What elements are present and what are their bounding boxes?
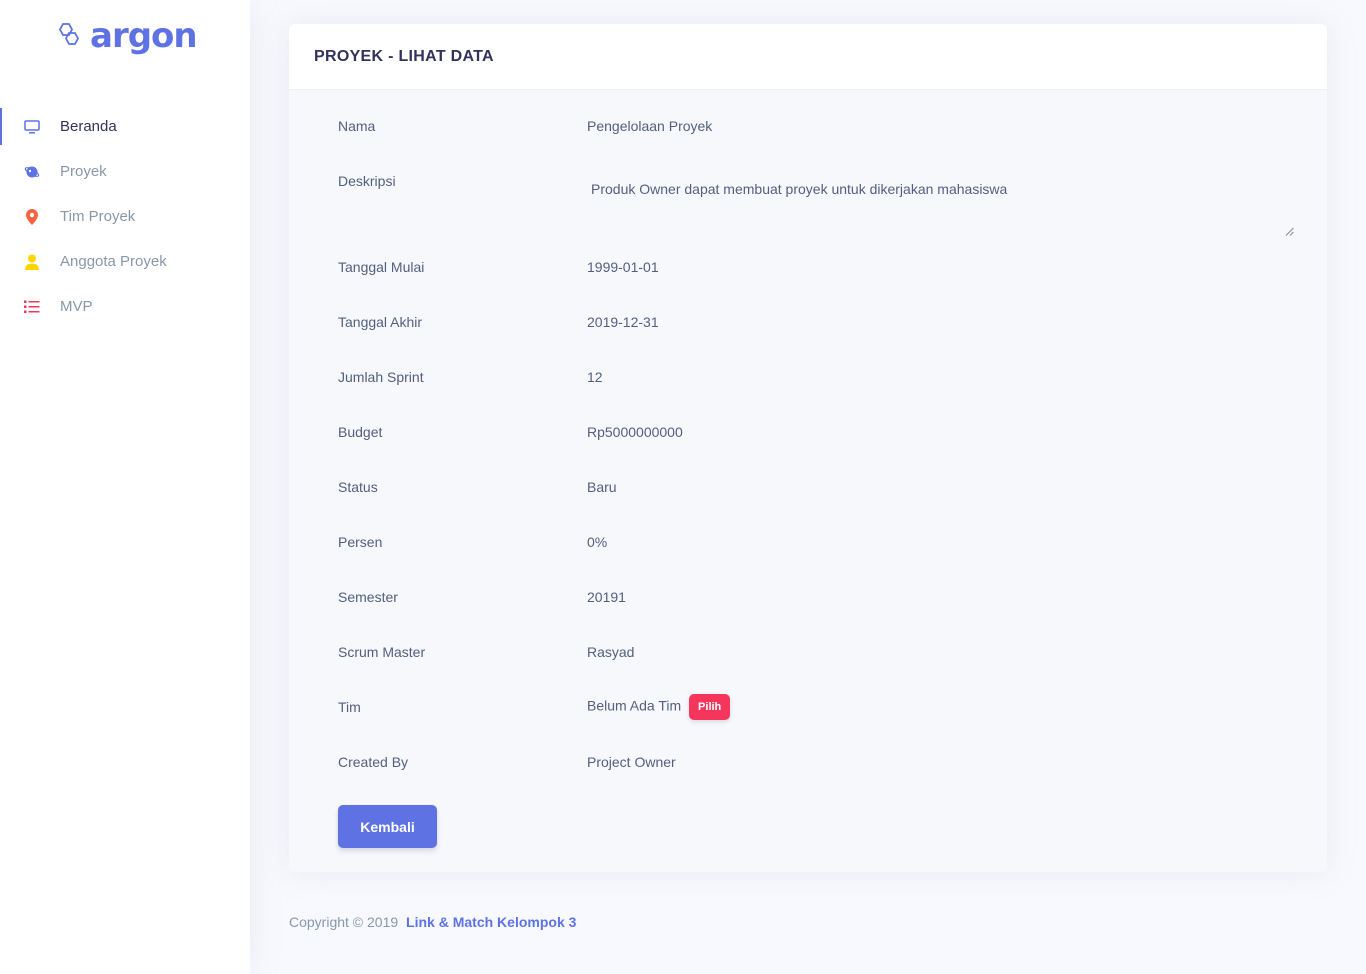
field-label: Persen xyxy=(338,534,383,550)
field-value: Rp5000000000 xyxy=(587,424,683,440)
page-title: PROYEK - LIHAT DATA xyxy=(314,47,494,65)
field-label: Created By xyxy=(338,754,409,770)
field-label: Deskripsi xyxy=(338,173,396,189)
sidebar-item-label: Proyek xyxy=(60,163,107,180)
hexagon-logo-icon xyxy=(56,22,82,51)
field-row-semester: Semester 20191 xyxy=(338,589,1297,605)
field-value: 1999-01-01 xyxy=(587,259,659,275)
field-row-nama: Nama Pengelolaan Proyek xyxy=(338,118,1297,134)
planet-icon xyxy=(24,164,40,180)
user-icon xyxy=(24,254,40,270)
field-row-status: Status Baru xyxy=(338,479,1297,495)
field-value: 0% xyxy=(587,534,608,550)
kembali-button[interactable]: Kembali xyxy=(338,805,437,848)
field-label: Budget xyxy=(338,424,383,440)
field-label: Status xyxy=(338,479,378,495)
sidebar-nav: Beranda Proyek Tim Proyek Anggota Proyek… xyxy=(0,104,250,329)
field-label: Tanggal Akhir xyxy=(338,314,423,330)
description-text: Produk Owner dapat membuat proyek untuk … xyxy=(591,181,1008,197)
field-value: Rasyad xyxy=(587,644,635,660)
field-row-budget: Budget Rp5000000000 xyxy=(338,424,1297,440)
field-label: Tim xyxy=(338,699,361,715)
field-label: Jumlah Sprint xyxy=(338,369,424,385)
field-label: Tanggal Mulai xyxy=(338,259,425,275)
sidebar-item-label: Anggota Proyek xyxy=(60,253,167,270)
field-row-tanggal-mulai: Tanggal Mulai 1999-01-01 xyxy=(338,259,1297,275)
sidebar-item-beranda[interactable]: Beranda xyxy=(0,104,250,149)
field-label: Scrum Master xyxy=(338,644,426,660)
field-row-created-by: Created By Project Owner xyxy=(338,754,1297,770)
field-label: Nama xyxy=(338,118,376,134)
field-row-scrum-master: Scrum Master Rasyad xyxy=(338,644,1297,660)
field-row-jumlah-sprint: Jumlah Sprint 12 xyxy=(338,369,1297,385)
field-row-tanggal-akhir: Tanggal Akhir 2019-12-31 xyxy=(338,314,1297,330)
pin-icon xyxy=(24,208,40,225)
sidebar-item-label: MVP xyxy=(60,298,93,315)
project-detail-card: PROYEK - LIHAT DATA Nama Pengelolaan Pro… xyxy=(289,24,1327,872)
footer: Copyright © 2019 Link & Match Kelompok 3 xyxy=(289,914,576,930)
sidebar: argon Beranda Proyek Tim Proyek Anggota … xyxy=(0,0,250,974)
sidebar-item-label: Tim Proyek xyxy=(60,208,136,225)
sidebar-item-mvp[interactable]: MVP xyxy=(0,284,250,329)
card-header: PROYEK - LIHAT DATA xyxy=(289,24,1327,90)
field-row-deskripsi: Deskripsi Produk Owner dapat membuat pro… xyxy=(338,173,1297,236)
field-value: Project Owner xyxy=(587,754,676,770)
sidebar-item-anggota-proyek[interactable]: Anggota Proyek xyxy=(0,239,250,284)
resize-handle-icon[interactable] xyxy=(1285,223,1294,236)
field-value: 20191 xyxy=(587,589,626,605)
footer-link[interactable]: Link & Match Kelompok 3 xyxy=(406,914,576,930)
brand-name: argon xyxy=(90,16,198,56)
team-value: Belum Ada Tim xyxy=(587,697,682,714)
list-icon xyxy=(24,299,40,315)
description-textarea[interactable]: Produk Owner dapat membuat proyek untuk … xyxy=(587,173,1295,236)
monitor-icon xyxy=(24,119,40,135)
pilih-team-button[interactable]: Pilih xyxy=(689,694,731,720)
field-value: Belum Ada Tim Pilih xyxy=(587,694,731,720)
field-value: Baru xyxy=(587,479,617,495)
field-value: 12 xyxy=(587,369,603,385)
field-value: Pengelolaan Proyek xyxy=(587,118,713,134)
field-row-tim: Tim Belum Ada Tim Pilih xyxy=(338,694,1297,720)
brand-logo[interactable]: argon xyxy=(56,16,198,56)
copyright-text: Copyright © 2019 xyxy=(289,914,399,930)
field-row-persen: Persen 0% xyxy=(338,534,1297,550)
field-label: Semester xyxy=(338,589,398,605)
sidebar-item-tim-proyek[interactable]: Tim Proyek xyxy=(0,194,250,239)
sidebar-item-proyek[interactable]: Proyek xyxy=(0,149,250,194)
field-value: 2019-12-31 xyxy=(587,314,659,330)
sidebar-item-label: Beranda xyxy=(60,118,117,135)
